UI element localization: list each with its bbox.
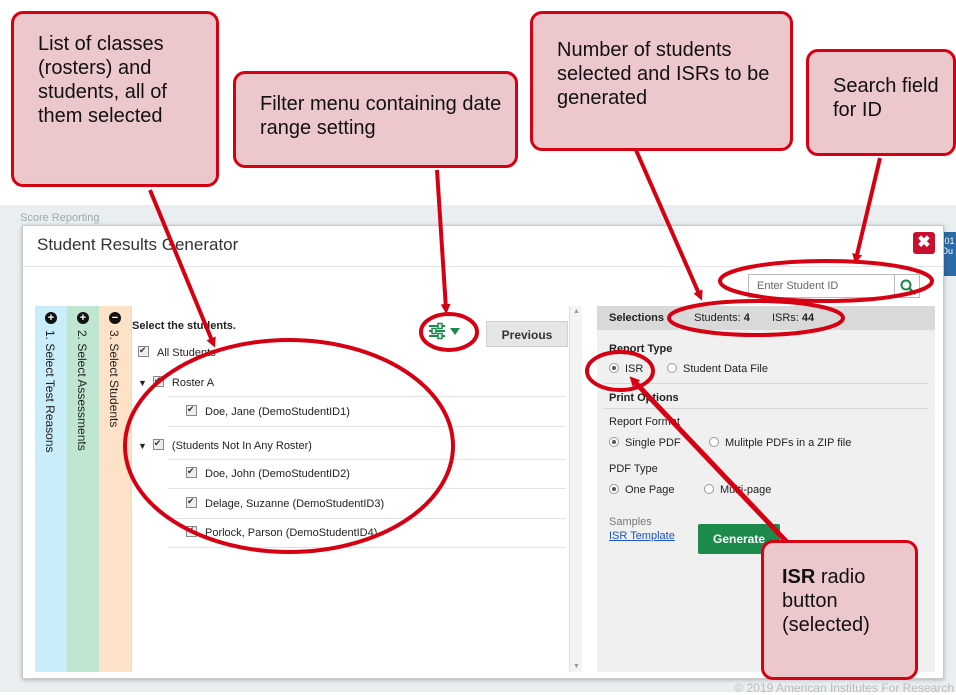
callout-filter-menu: Filter menu containing date range settin…	[233, 71, 518, 168]
arrow-isr	[629, 376, 804, 560]
callout-isr-radio: ISR radio button (selected)	[761, 540, 918, 680]
highlight-ellipse-isr-radio	[585, 350, 655, 392]
highlight-ellipse-search	[718, 259, 934, 303]
arrow-count	[634, 149, 703, 301]
callout-selection-counts: Number of students selected and ISRs to …	[530, 11, 793, 151]
callout-isr-bold: ISR	[782, 566, 816, 588]
callout-search-field: Search field for ID	[806, 49, 956, 156]
arrow-search	[852, 157, 882, 264]
callout-student-list: List of classes (rosters) and students, …	[11, 11, 219, 187]
highlight-ellipse-student-list	[123, 338, 455, 554]
arrow-list	[148, 189, 216, 348]
highlight-ellipse-selections	[667, 299, 845, 337]
arrow-filter	[435, 169, 451, 314]
highlight-ellipse-filter	[419, 312, 479, 352]
